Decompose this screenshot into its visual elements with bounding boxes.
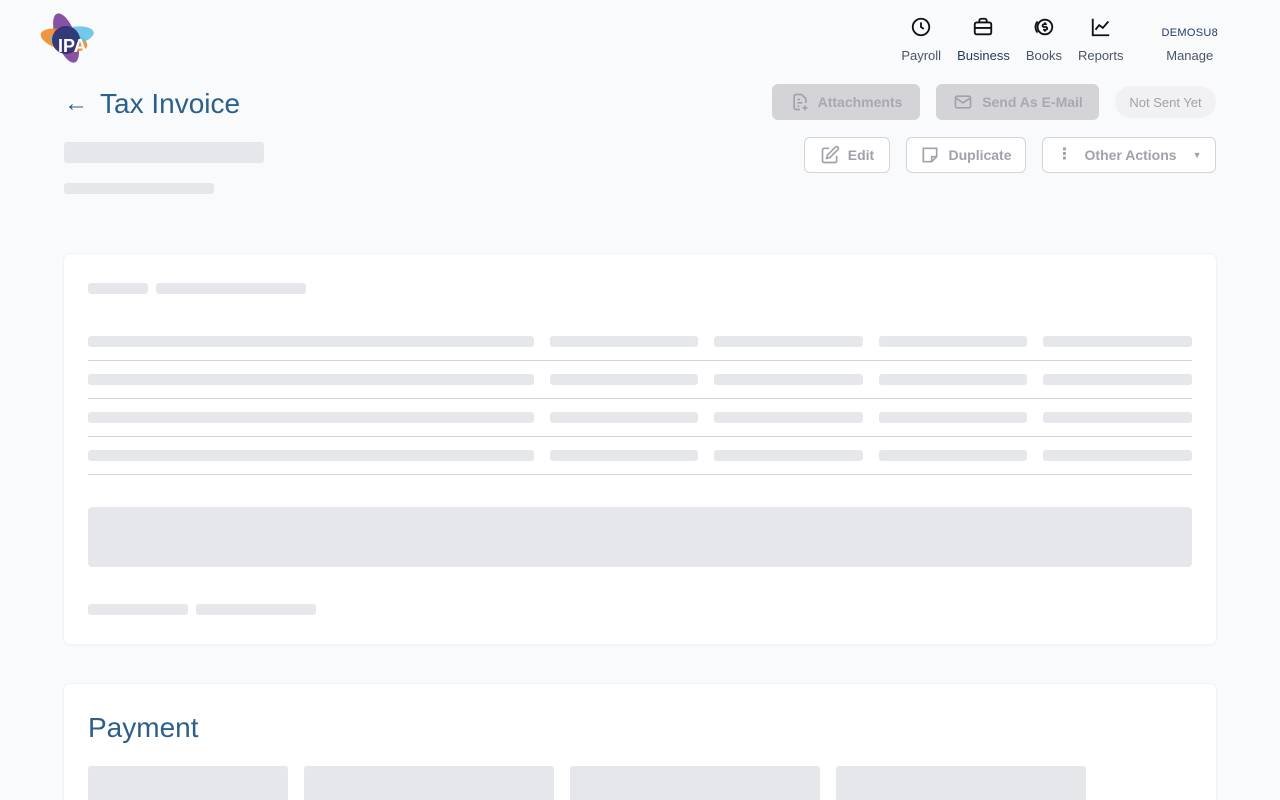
skeleton-field [836, 766, 1086, 800]
nav-reports-label: Reports [1077, 48, 1124, 63]
attachments-label: Attachments [817, 94, 903, 110]
top-nav: Payroll Business Books Reports DEMOSU8 M… [893, 14, 1226, 63]
arrow-left-icon[interactable]: ← [64, 92, 88, 116]
nav-reports[interactable]: Reports [1070, 14, 1132, 63]
skeleton-cell [550, 374, 698, 385]
edit-icon [821, 145, 839, 164]
skeleton-cell [714, 450, 863, 461]
skeleton-cell [88, 374, 534, 385]
skeleton-field [304, 766, 554, 800]
duplicate-button[interactable]: Duplicate [906, 137, 1026, 173]
other-actions-button[interactable]: ⋮ Other Actions ▼ [1042, 137, 1216, 173]
skeleton-cell [714, 412, 863, 423]
skeleton-line [88, 604, 188, 615]
nav-manage-label: Manage [1166, 48, 1214, 63]
row-divider [88, 398, 1192, 399]
payment-card: Payment [64, 684, 1216, 800]
skeleton-cell [714, 336, 863, 347]
payment-title: Payment [88, 712, 199, 743]
send-email-label: Send As E-Mail [982, 94, 1083, 110]
caret-down-icon: ▼ [1192, 150, 1202, 160]
row-divider [88, 360, 1192, 361]
skeleton-cell [1043, 374, 1192, 385]
skeleton-cell [879, 450, 1027, 461]
send-email-button[interactable]: Send As E-Mail [936, 84, 1099, 120]
skeleton-cell [714, 374, 863, 385]
edit-label: Edit [847, 147, 875, 163]
skeleton-line [196, 604, 316, 615]
briefcase-icon [971, 14, 995, 40]
skeleton-cell [1043, 412, 1192, 423]
skeleton-line [156, 283, 306, 294]
more-vertical-icon: ⋮ [1056, 146, 1073, 163]
skeleton-field [570, 766, 820, 800]
line-chart-icon [1089, 14, 1113, 40]
skeleton-cell [1043, 450, 1192, 461]
logo-text: IPA [58, 36, 87, 56]
skeleton-invoice-subtitle [64, 183, 214, 194]
nav-books-label: Books [1025, 48, 1062, 63]
mail-icon [954, 95, 972, 109]
page-header: ← Tax Invoice [64, 88, 240, 120]
row-divider [88, 436, 1192, 437]
skeleton-invoice-number [64, 142, 264, 163]
dollar-coin-icon [1032, 14, 1056, 40]
duplicate-label: Duplicate [948, 147, 1012, 163]
skeleton-cell [879, 412, 1027, 423]
skeleton-cell [1043, 336, 1192, 347]
page-title: Tax Invoice [100, 88, 241, 119]
nav-payroll[interactable]: Payroll [893, 14, 949, 63]
skeleton-cell [550, 450, 698, 461]
nav-books[interactable]: Books [1018, 14, 1070, 63]
skeleton-cell [879, 374, 1027, 385]
file-plus-icon [792, 93, 808, 111]
skeleton-cell [879, 336, 1027, 347]
nav-manage[interactable]: DEMOSU8 Manage [1154, 14, 1227, 63]
other-actions-label: Other Actions [1084, 147, 1177, 163]
edit-button[interactable]: Edit [804, 137, 890, 173]
row-divider [88, 474, 1192, 475]
skeleton-cell [550, 336, 698, 347]
skeleton-line [88, 283, 148, 294]
company-name: DEMOSU8 [1161, 27, 1218, 39]
status-badge: Not Sent Yet [1115, 86, 1216, 118]
company-logo[interactable]: IPA [36, 10, 96, 66]
clock-icon [909, 14, 933, 40]
skeleton-cell [88, 412, 534, 423]
nav-business[interactable]: Business [949, 14, 1018, 63]
sticky-note-icon [922, 147, 938, 163]
skeleton-field [88, 766, 288, 800]
skeleton-block [88, 507, 1192, 567]
nav-business-label: Business [957, 48, 1010, 63]
attachments-button[interactable]: Attachments [772, 84, 920, 120]
skeleton-cell [88, 450, 534, 461]
invoice-card [64, 254, 1216, 644]
skeleton-cell [88, 336, 534, 347]
nav-payroll-label: Payroll [901, 48, 942, 63]
skeleton-cell [550, 412, 698, 423]
